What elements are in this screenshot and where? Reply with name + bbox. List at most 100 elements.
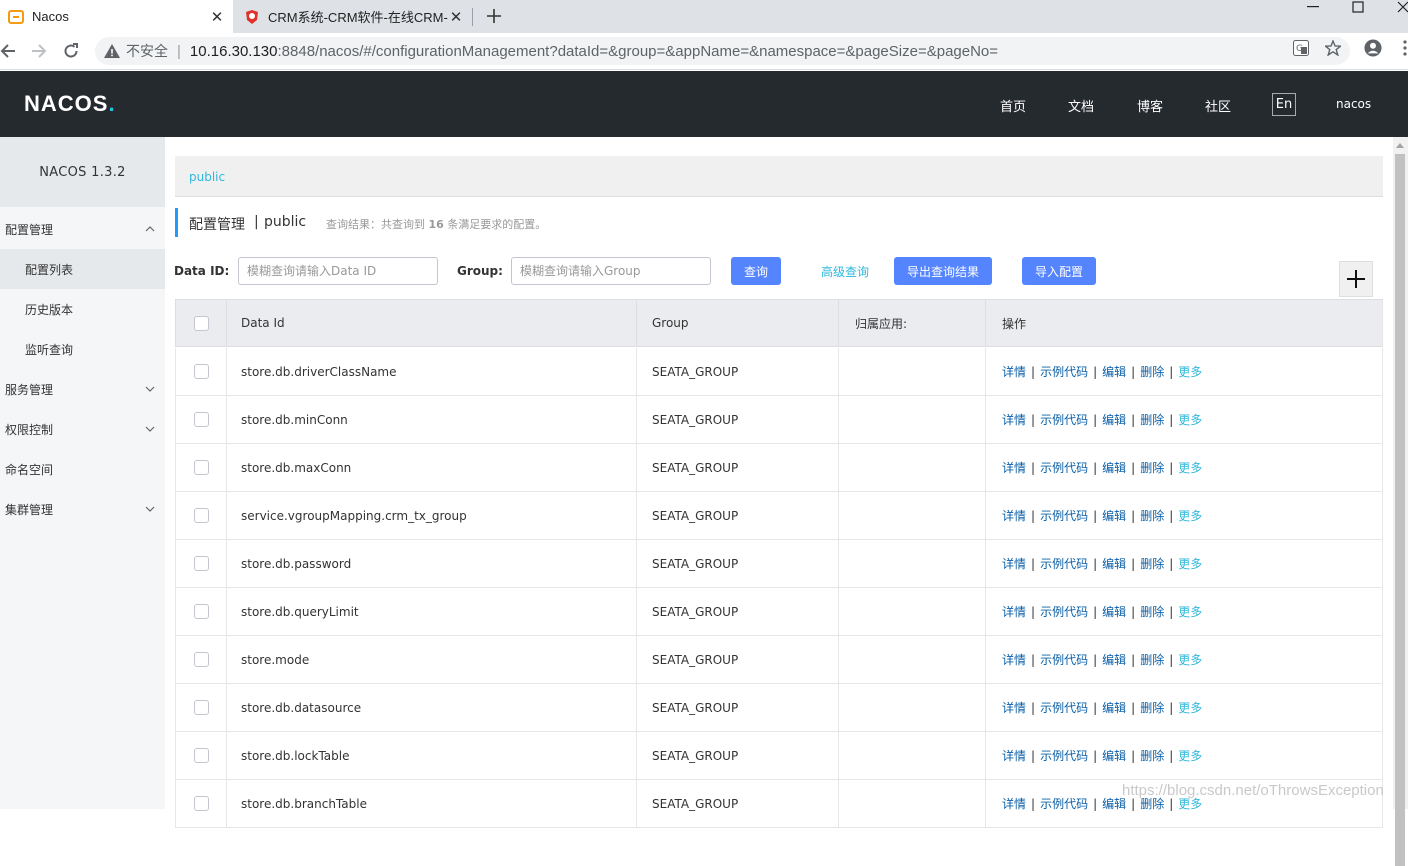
row-checkbox[interactable] <box>193 652 209 667</box>
detail-link[interactable]: 详情 <box>1002 507 1026 524</box>
delete-link[interactable]: 删除 <box>1140 411 1164 428</box>
delete-link[interactable]: 删除 <box>1140 363 1164 380</box>
sample-code-link[interactable]: 示例代码 <box>1040 507 1088 524</box>
row-checkbox[interactable] <box>193 604 209 619</box>
detail-link[interactable]: 详情 <box>1002 651 1026 668</box>
new-tab-icon[interactable] <box>482 4 506 28</box>
row-checkbox[interactable] <box>193 460 209 475</box>
back-arrow-icon[interactable] <box>0 39 20 63</box>
sample-code-link[interactable]: 示例代码 <box>1040 411 1088 428</box>
data-id-input[interactable]: 模糊查询请输入Data ID <box>238 257 438 285</box>
scroll-up-icon[interactable] <box>1396 143 1404 148</box>
detail-link[interactable]: 详情 <box>1002 795 1026 812</box>
minimize-icon[interactable] <box>1298 0 1328 14</box>
group-input[interactable]: 模糊查询请输入Group <box>511 257 711 285</box>
nav-home[interactable]: 首页 <box>1000 96 1026 115</box>
detail-link[interactable]: 详情 <box>1002 459 1026 476</box>
sample-code-link[interactable]: 示例代码 <box>1040 603 1088 620</box>
language-switch-button[interactable]: En <box>1272 93 1296 116</box>
forward-arrow-icon[interactable] <box>27 39 51 63</box>
edit-link[interactable]: 编辑 <box>1102 651 1126 668</box>
delete-link[interactable]: 删除 <box>1140 651 1164 668</box>
translate-icon[interactable]: G <box>1292 39 1310 57</box>
sample-code-link[interactable]: 示例代码 <box>1040 363 1088 380</box>
select-all-checkbox[interactable] <box>193 315 209 331</box>
close-tab-icon[interactable]: ✕ <box>448 8 464 26</box>
delete-link[interactable]: 删除 <box>1140 603 1164 620</box>
delete-link[interactable]: 删除 <box>1140 459 1164 476</box>
detail-link[interactable]: 详情 <box>1002 699 1026 716</box>
delete-link[interactable]: 删除 <box>1140 747 1164 764</box>
edit-link[interactable]: 编辑 <box>1102 363 1126 380</box>
close-window-icon[interactable] <box>1388 0 1408 14</box>
sidebar-item-cluster-management[interactable]: 集群管理 <box>0 489 165 529</box>
detail-link[interactable]: 详情 <box>1002 363 1026 380</box>
maximize-icon[interactable] <box>1343 0 1373 14</box>
delete-link[interactable]: 删除 <box>1140 699 1164 716</box>
more-link[interactable]: 更多 <box>1178 363 1202 380</box>
more-link[interactable]: 更多 <box>1178 651 1202 668</box>
sidebar-item-config-management[interactable]: 配置管理 <box>0 209 165 249</box>
row-checkbox[interactable] <box>193 748 209 763</box>
row-checkbox[interactable] <box>193 412 209 427</box>
edit-link[interactable]: 编辑 <box>1102 411 1126 428</box>
delete-link[interactable]: 删除 <box>1140 555 1164 572</box>
edit-link[interactable]: 编辑 <box>1102 699 1126 716</box>
nacos-logo[interactable]: NACOS. <box>24 91 116 117</box>
vertical-scrollbar[interactable] <box>1393 137 1408 866</box>
search-button[interactable]: 查询 <box>731 257 781 285</box>
add-config-button[interactable] <box>1339 261 1373 297</box>
bookmark-star-icon[interactable] <box>1324 39 1342 57</box>
more-link[interactable]: 更多 <box>1178 555 1202 572</box>
delete-link[interactable]: 删除 <box>1140 507 1164 524</box>
close-tab-icon[interactable]: ✕ <box>209 8 225 26</box>
import-config-button[interactable]: 导入配置 <box>1022 257 1096 285</box>
sidebar-item-config-list[interactable]: 配置列表 <box>0 249 165 289</box>
detail-link[interactable]: 详情 <box>1002 411 1026 428</box>
menu-kebab-icon[interactable] <box>1396 39 1408 57</box>
detail-link[interactable]: 详情 <box>1002 603 1026 620</box>
more-link[interactable]: 更多 <box>1178 507 1202 524</box>
nav-blog[interactable]: 博客 <box>1137 96 1163 115</box>
browser-tab-crm[interactable]: CRM系统-CRM软件-在线CRM- ✕ <box>236 0 472 33</box>
sample-code-link[interactable]: 示例代码 <box>1040 699 1088 716</box>
username[interactable]: nacos <box>1336 97 1371 111</box>
namespace-tab-public[interactable]: public <box>189 170 225 184</box>
profile-avatar-icon[interactable] <box>1364 39 1382 57</box>
more-link[interactable]: 更多 <box>1178 459 1202 476</box>
edit-link[interactable]: 编辑 <box>1102 555 1126 572</box>
row-checkbox[interactable] <box>193 700 209 715</box>
tab-title: Nacos <box>32 9 69 24</box>
reload-icon[interactable] <box>59 39 83 63</box>
edit-link[interactable]: 编辑 <box>1102 459 1126 476</box>
edit-link[interactable]: 编辑 <box>1102 747 1126 764</box>
sample-code-link[interactable]: 示例代码 <box>1040 747 1088 764</box>
more-link[interactable]: 更多 <box>1178 411 1202 428</box>
sample-code-link[interactable]: 示例代码 <box>1040 651 1088 668</box>
sample-code-link[interactable]: 示例代码 <box>1040 795 1088 812</box>
sidebar-item-history[interactable]: 历史版本 <box>0 289 165 329</box>
row-checkbox[interactable] <box>193 508 209 523</box>
edit-link[interactable]: 编辑 <box>1102 507 1126 524</box>
sample-code-link[interactable]: 示例代码 <box>1040 555 1088 572</box>
sidebar-item-listener-query[interactable]: 监听查询 <box>0 329 165 369</box>
row-checkbox[interactable] <box>193 364 209 379</box>
detail-link[interactable]: 详情 <box>1002 555 1026 572</box>
advanced-search-link[interactable]: 高级查询 <box>815 257 875 285</box>
sidebar-item-access-control[interactable]: 权限控制 <box>0 409 165 449</box>
nav-docs[interactable]: 文档 <box>1068 96 1094 115</box>
more-link[interactable]: 更多 <box>1178 603 1202 620</box>
browser-tab-nacos[interactable]: Nacos ✕ <box>0 0 233 33</box>
sample-code-link[interactable]: 示例代码 <box>1040 459 1088 476</box>
sidebar-item-namespace[interactable]: 命名空间 <box>0 449 165 489</box>
row-checkbox[interactable] <box>193 556 209 571</box>
address-bar[interactable]: 不安全 | 10.16.30.130:8848/nacos/#/configur… <box>95 37 1350 65</box>
more-link[interactable]: 更多 <box>1178 699 1202 716</box>
nav-community[interactable]: 社区 <box>1205 96 1231 115</box>
more-link[interactable]: 更多 <box>1178 747 1202 764</box>
sidebar-item-service-management[interactable]: 服务管理 <box>0 369 165 409</box>
scrollbar-thumb[interactable] <box>1395 154 1405 866</box>
edit-link[interactable]: 编辑 <box>1102 603 1126 620</box>
export-results-button[interactable]: 导出查询结果 <box>894 257 992 285</box>
detail-link[interactable]: 详情 <box>1002 747 1026 764</box>
